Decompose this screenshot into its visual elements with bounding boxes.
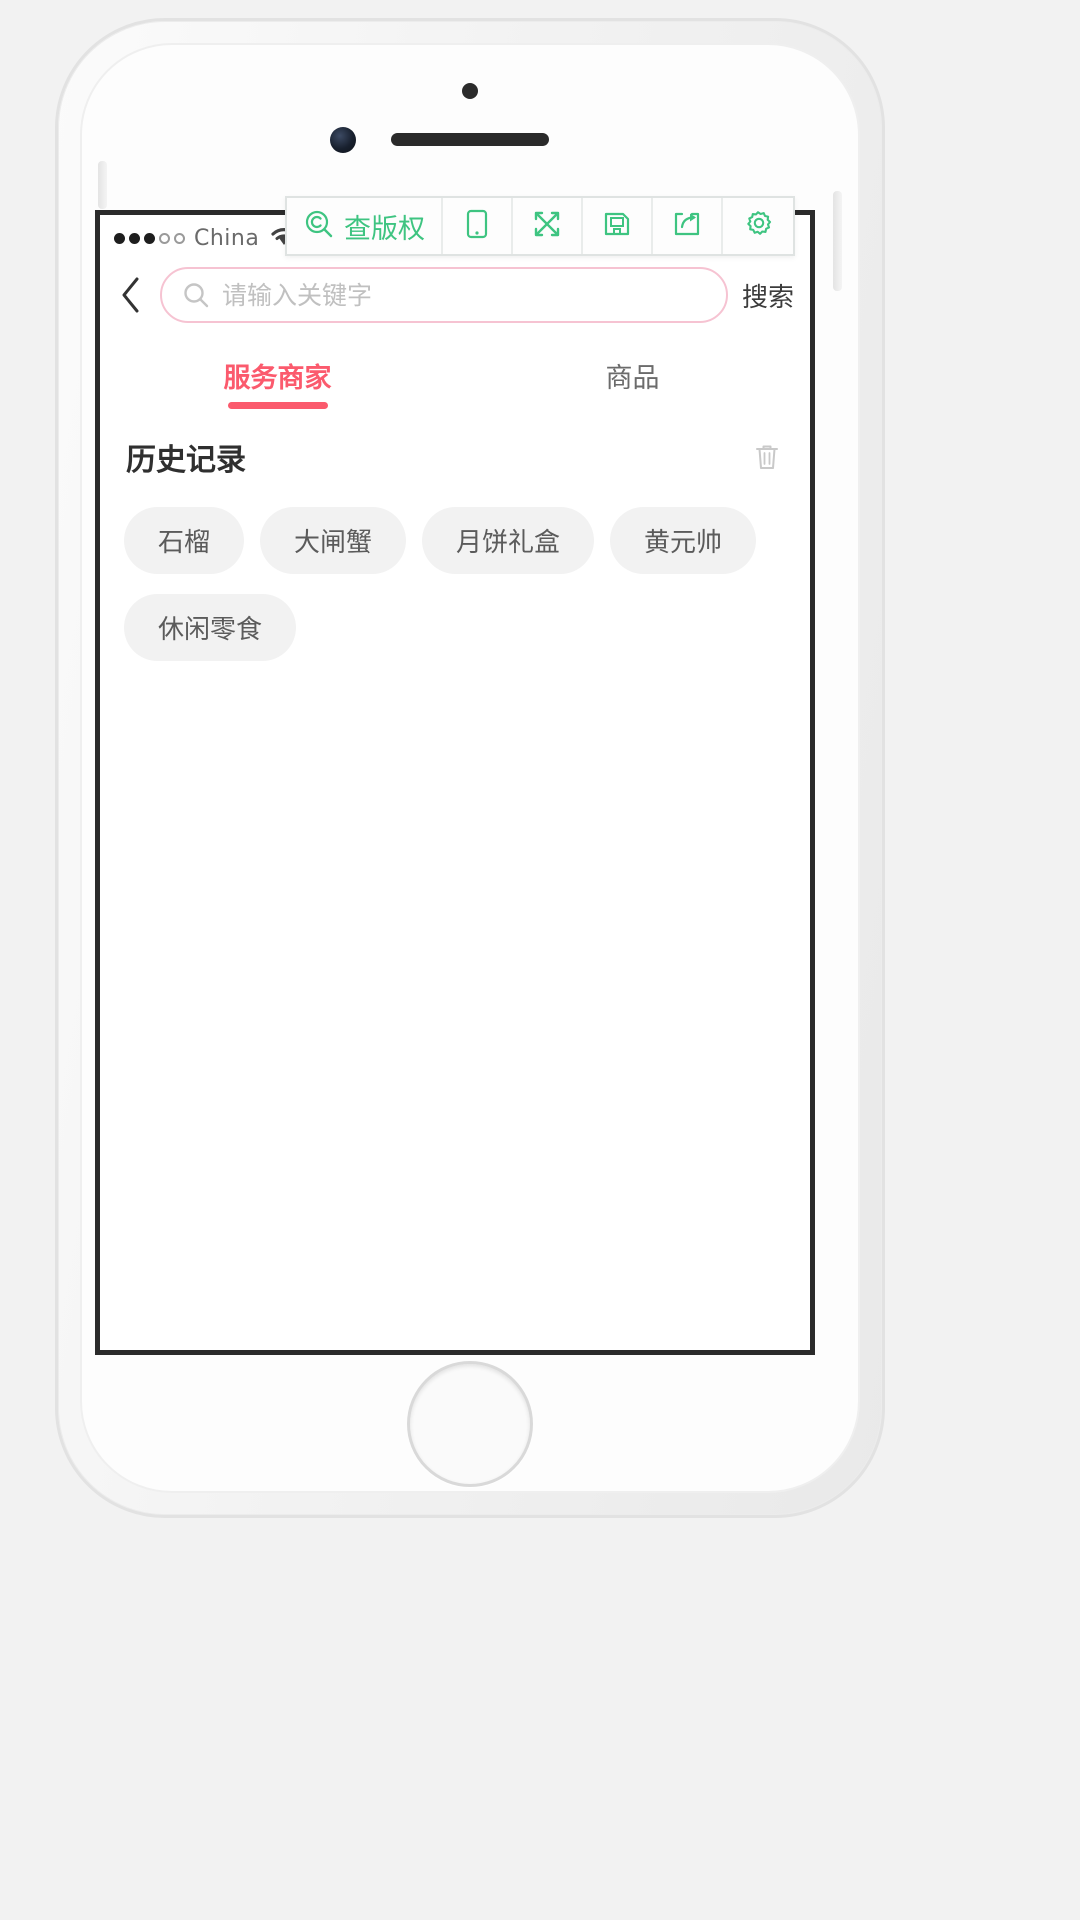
carrier-label: China: [194, 225, 260, 251]
save-button[interactable]: [583, 198, 653, 254]
list-item[interactable]: 石榴: [124, 507, 245, 574]
home-button[interactable]: [407, 1361, 533, 1487]
back-chevron-icon[interactable]: [114, 275, 148, 315]
trash-icon[interactable]: [750, 440, 784, 474]
power-lock-button[interactable]: [833, 191, 842, 291]
check-copyright-button[interactable]: 查版权: [287, 198, 443, 254]
share-export-icon: [672, 209, 702, 243]
tab-products[interactable]: 商品: [455, 337, 810, 413]
search-submit-button[interactable]: 搜索: [740, 277, 794, 314]
tab-bar: 服务商家 商品: [100, 337, 810, 413]
copyright-search-icon: [303, 208, 335, 244]
list-item[interactable]: 大闸蟹: [260, 507, 407, 574]
list-item[interactable]: 黄元帅: [610, 507, 757, 574]
fullscreen-button[interactable]: [513, 198, 583, 254]
history-title: 历史记录: [126, 443, 246, 478]
mobile-preview-icon: [462, 208, 492, 244]
proximity-sensor: [462, 83, 478, 99]
search-bar-row: 搜索: [100, 261, 810, 337]
signal-strength-icon: [114, 232, 185, 244]
search-input-wrapper[interactable]: [160, 267, 728, 323]
share-button[interactable]: [653, 198, 723, 254]
tab-label: 商品: [605, 362, 660, 394]
tab-active-underline: [227, 402, 328, 409]
search-input[interactable]: [222, 280, 706, 310]
check-copyright-label: 查版权: [344, 213, 425, 245]
tab-label: 服务商家: [223, 362, 332, 394]
front-camera: [330, 127, 356, 153]
earpiece-speaker: [391, 133, 549, 146]
app-screen: China 请输入关键字 搜索 服务商家 商品 历史记录 石榴 大闸蟹 月饼礼盒…: [95, 210, 815, 1355]
history-tag-list: 石榴 大闸蟹 月饼礼盒 黄元帅 休闲零食: [100, 485, 810, 661]
save-floppy-icon: [602, 209, 632, 243]
tab-service-merchants[interactable]: 服务商家: [100, 337, 455, 413]
gear-settings-icon: [742, 208, 774, 244]
screenshot-root: China 请输入关键字 搜索 服务商家 商品 历史记录 石榴 大闸蟹 月饼礼盒…: [0, 0, 1080, 1920]
list-item[interactable]: 休闲零食: [124, 594, 297, 661]
mobile-preview-button[interactable]: [443, 198, 513, 254]
list-item[interactable]: 月饼礼盒: [422, 507, 595, 574]
fullscreen-expand-icon: [531, 208, 563, 244]
silent-switch[interactable]: [98, 161, 107, 209]
floating-toolbar: 查版权: [285, 196, 795, 256]
search-icon: [182, 281, 210, 309]
history-header: 历史记录: [100, 413, 810, 485]
settings-button[interactable]: [723, 198, 793, 254]
